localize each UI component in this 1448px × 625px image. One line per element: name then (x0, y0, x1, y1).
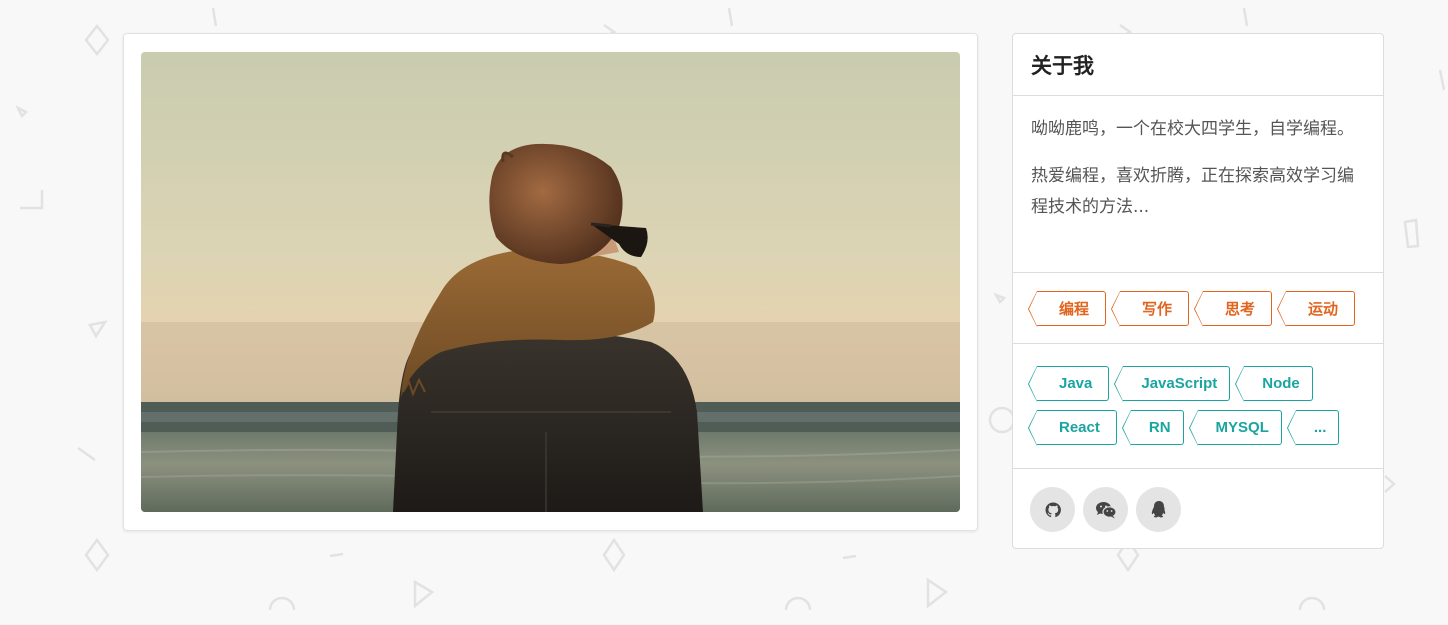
tag-thinking[interactable]: 思考 (1194, 291, 1273, 327)
tag-more[interactable]: ... (1286, 410, 1340, 446)
qq-icon (1151, 500, 1165, 517)
hero-photo (141, 52, 960, 512)
tag-node[interactable]: Node (1235, 366, 1313, 402)
interest-tags: 编程 写作 思考 运动 (1013, 273, 1383, 344)
tag-rn[interactable]: RN (1121, 410, 1184, 446)
wechat-icon (1095, 501, 1117, 518)
photo-card (123, 33, 978, 531)
about-title: 关于我 (1031, 54, 1094, 78)
about-card: 关于我 呦呦鹿鸣，一个在校大四学生，自学编程。 热爱编程，喜欢折腾，正在探索高效… (1012, 33, 1384, 549)
skill-tags: Java JavaScript Node React RN MYSQL ... (1013, 344, 1383, 469)
tag-programming[interactable]: 编程 (1027, 291, 1107, 327)
tag-writing[interactable]: 写作 (1111, 291, 1190, 327)
qq-button[interactable] (1136, 487, 1181, 532)
about-header: 关于我 (1013, 34, 1383, 96)
tag-javascript[interactable]: JavaScript (1114, 366, 1231, 402)
bio-paragraph: 呦呦鹿鸣，一个在校大四学生，自学编程。 (1031, 119, 1354, 139)
bio-paragraph: 热爱编程，喜欢折腾，正在探索高效学习编程技术的方法... (1031, 166, 1354, 217)
wechat-button[interactable] (1083, 487, 1128, 532)
tag-java[interactable]: Java (1027, 366, 1110, 402)
github-icon (1045, 501, 1061, 517)
tag-react[interactable]: React (1028, 410, 1117, 446)
tag-mysql[interactable]: MYSQL (1188, 410, 1282, 446)
tag-sports[interactable]: 运动 (1277, 291, 1356, 327)
social-links (1013, 469, 1383, 550)
about-bio: 呦呦鹿鸣，一个在校大四学生，自学编程。 热爱编程，喜欢折腾，正在探索高效学习编程… (1013, 96, 1383, 273)
github-button[interactable] (1030, 487, 1075, 532)
